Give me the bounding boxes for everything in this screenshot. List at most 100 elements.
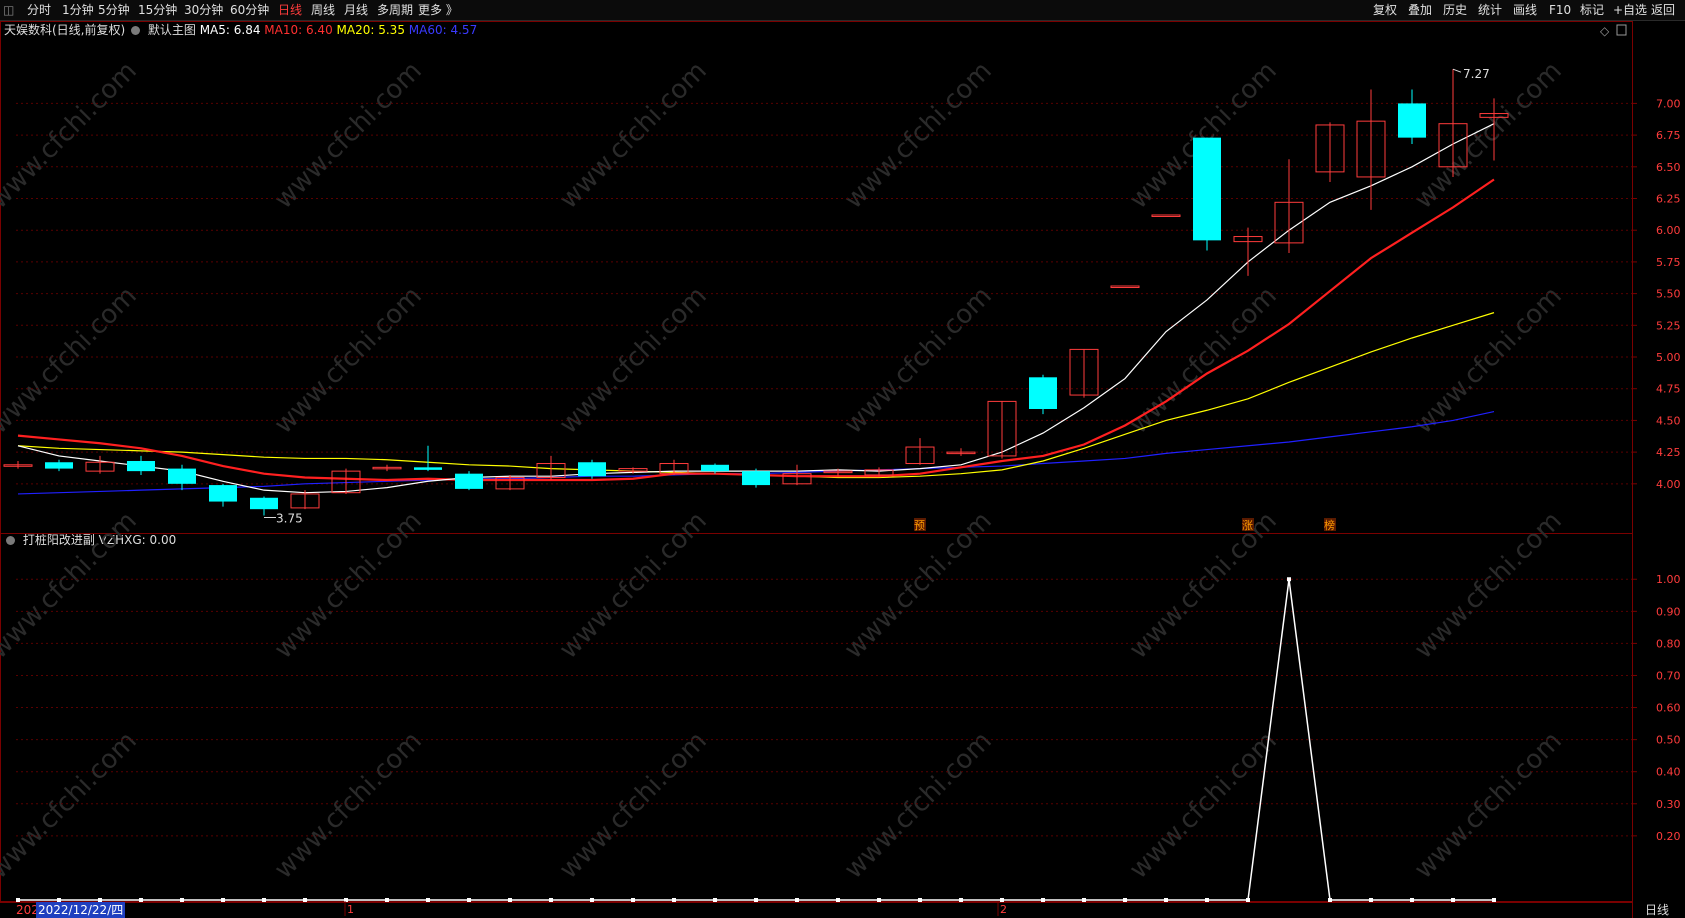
candle-body bbox=[742, 471, 770, 486]
ma10-line bbox=[17, 178, 1495, 482]
candle-body bbox=[1029, 377, 1057, 409]
vzhxg-point bbox=[180, 898, 184, 902]
main-tick-label: 6.75 bbox=[1656, 129, 1681, 142]
main-tick-label: 4.50 bbox=[1656, 414, 1681, 427]
main-tick-label: 5.75 bbox=[1656, 256, 1681, 269]
watermark-text: www.cfchi.com bbox=[1409, 726, 1568, 885]
vzhxg-point bbox=[221, 898, 225, 902]
sub-tick-label: 0.70 bbox=[1656, 669, 1681, 682]
watermark-text: www.cfchi.com bbox=[554, 506, 713, 665]
candle-body bbox=[455, 473, 483, 489]
signal-marker: 涨 bbox=[1242, 519, 1253, 532]
vzhxg-point bbox=[1328, 898, 1332, 902]
vzhxg-point bbox=[467, 898, 471, 902]
vzhxg-point bbox=[303, 898, 307, 902]
sub-tick-label: 0.80 bbox=[1656, 637, 1681, 650]
watermark-text: www.cfchi.com bbox=[1409, 281, 1568, 440]
vzhxg-point bbox=[590, 898, 594, 902]
date-mark-label: 2 bbox=[1000, 903, 1007, 916]
vzhxg-point bbox=[631, 898, 635, 902]
main-tick-label: 4.00 bbox=[1656, 478, 1681, 491]
main-panel-frame bbox=[0, 21, 1633, 534]
vzhxg-point bbox=[1164, 898, 1168, 902]
vzhxg-point bbox=[1123, 898, 1127, 902]
high-label: 7.27 bbox=[1463, 67, 1490, 81]
low-label: 3.75 bbox=[276, 512, 303, 526]
main-tick-label: 7.00 bbox=[1656, 97, 1681, 110]
candle-body bbox=[701, 464, 729, 472]
candle-body bbox=[250, 497, 278, 510]
high-pointer bbox=[1452, 68, 1462, 73]
vzhxg-point bbox=[262, 898, 266, 902]
candle-body bbox=[168, 468, 196, 484]
vzhxg-point bbox=[754, 898, 758, 902]
watermark-text: www.cfchi.com bbox=[1124, 726, 1283, 885]
vzhxg-point bbox=[959, 898, 963, 902]
vzhxg-point bbox=[877, 898, 881, 902]
candle-body bbox=[1193, 137, 1221, 241]
vzhxg-point bbox=[1369, 898, 1373, 902]
watermark-text: www.cfchi.com bbox=[1409, 506, 1568, 665]
main-tick-label: 5.00 bbox=[1656, 351, 1681, 364]
sub-tick-label: 0.90 bbox=[1656, 605, 1681, 618]
candle-body bbox=[414, 467, 442, 470]
candle-body bbox=[1110, 285, 1140, 288]
cursor-date: 2022/12/22/四 bbox=[36, 902, 126, 918]
watermark-text: www.cfchi.com bbox=[269, 281, 428, 440]
sub-tick-label: 0.20 bbox=[1656, 830, 1681, 843]
vzhxg-point bbox=[918, 898, 922, 902]
main-tick-label: 4.75 bbox=[1656, 383, 1681, 396]
sub-tick-label: 0.50 bbox=[1656, 734, 1681, 747]
sub-tick-label: 1.00 bbox=[1656, 573, 1681, 586]
vzhxg-point bbox=[1246, 898, 1250, 902]
watermark-text: www.cfchi.com bbox=[1124, 506, 1283, 665]
main-tick-label: 6.50 bbox=[1656, 161, 1681, 174]
date-mark-label: 1 bbox=[347, 903, 354, 916]
panel-toggle-icon bbox=[1616, 24, 1627, 36]
main-tick-label: 5.50 bbox=[1656, 288, 1681, 301]
candle-body bbox=[1398, 103, 1426, 138]
vzhxg-point bbox=[426, 898, 430, 902]
main-tick-label: 5.25 bbox=[1656, 319, 1681, 332]
vzhxg-point bbox=[713, 898, 717, 902]
vzhxg-point bbox=[1410, 898, 1414, 902]
vzhxg-point bbox=[1287, 577, 1291, 582]
ma20-line bbox=[17, 312, 1495, 479]
watermark-text: www.cfchi.com bbox=[839, 726, 998, 885]
candle-body bbox=[209, 485, 237, 502]
candle-body bbox=[45, 462, 73, 469]
watermark-text: www.cfchi.com bbox=[0, 726, 143, 885]
vzhxg-point bbox=[1041, 898, 1045, 902]
watermark-text: www.cfchi.com bbox=[0, 506, 143, 665]
sub-tick-label: 0.60 bbox=[1656, 702, 1681, 715]
main-tick-label: 4.25 bbox=[1656, 446, 1681, 459]
watermark-text: www.cfchi.com bbox=[554, 281, 713, 440]
candle-body bbox=[578, 462, 606, 477]
vzhxg-point bbox=[1492, 898, 1496, 902]
main-tick-label: 6.00 bbox=[1656, 224, 1681, 237]
watermark-text: www.cfchi.com bbox=[1124, 281, 1283, 440]
vzhxg-point bbox=[1451, 898, 1455, 902]
sub-tick-label: 0.40 bbox=[1656, 766, 1681, 779]
vzhxg-point bbox=[1000, 898, 1004, 902]
vzhxg-point bbox=[795, 898, 799, 902]
vzhxg-point bbox=[549, 898, 553, 902]
signal-marker: 榜 bbox=[1324, 518, 1335, 532]
signal-marker: 预 bbox=[914, 519, 925, 532]
main-tick-label: 6.25 bbox=[1656, 193, 1681, 206]
chart-canvas[interactable]: www.cfchi.com www.cfchi.com www.cfchi.com w… bbox=[0, 0, 1685, 918]
diamond-icon: ◇ bbox=[1600, 24, 1610, 38]
vzhxg-point bbox=[1082, 898, 1086, 902]
vzhxg-point bbox=[139, 898, 143, 902]
watermark-text: www.cfchi.com bbox=[269, 726, 428, 885]
period-label[interactable]: 日线 bbox=[1645, 902, 1669, 918]
vzhxg-point bbox=[508, 898, 512, 902]
vzhxg-point bbox=[836, 898, 840, 902]
candle-body bbox=[1151, 214, 1181, 217]
vzhxg-point bbox=[1205, 898, 1209, 902]
watermark-text: www.cfchi.com bbox=[0, 281, 143, 440]
vzhxg-point bbox=[385, 898, 389, 902]
candle-body bbox=[127, 460, 155, 472]
vzhxg-point bbox=[672, 898, 676, 902]
sub-panel-frame bbox=[0, 533, 1633, 903]
